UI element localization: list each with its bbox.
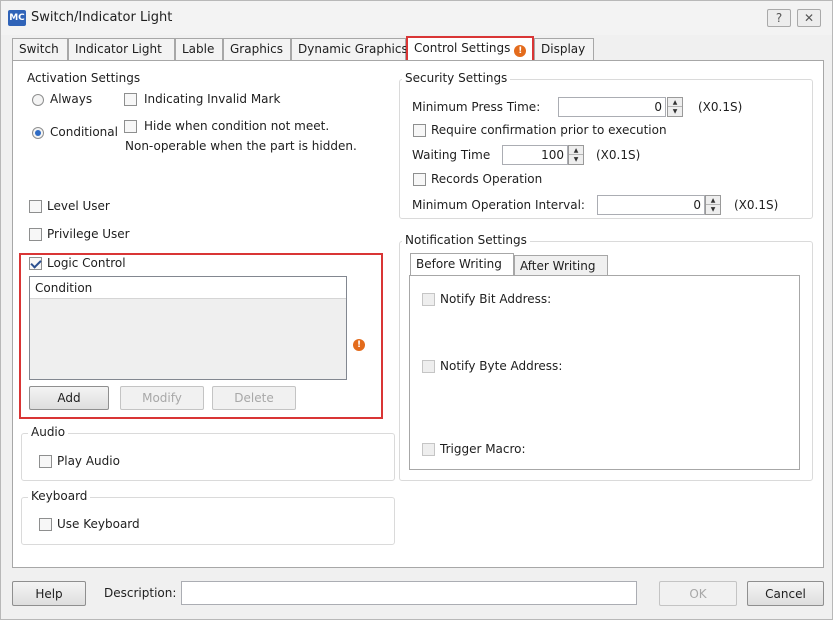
min-press-unit: (X0.1S) [698,100,743,114]
logic-warning-icon: ! [353,339,365,351]
play-audio-label: Play Audio [57,454,120,468]
waiting-time-spinner[interactable]: ▲ ▼ [568,145,584,165]
waiting-time-label: Waiting Time [412,148,491,162]
hide-condition-label: Hide when condition not meet. [144,119,330,133]
waiting-time-input[interactable] [502,145,568,165]
condition-table[interactable]: Condition [29,276,347,380]
tab-label: Lable [182,42,215,56]
control-settings-panel: Activation Settings Always Indicating In… [12,60,824,568]
spin-down-icon[interactable]: ▼ [569,155,583,164]
title-bar: MC Switch/Indicator Light ? ✕ [1,1,832,35]
always-label: Always [50,92,93,106]
notify-byte-checkbox[interactable] [422,360,435,373]
notify-bit-checkbox[interactable] [422,293,435,306]
tab-dynamic-graphics[interactable]: Dynamic Graphics [291,38,408,60]
audio-group: Audio Play Audio [21,425,395,481]
help-title-button[interactable]: ? [767,9,791,27]
keyboard-group: Keyboard Use Keyboard [21,489,395,545]
footer-bar: Help Description: OK Cancel [1,573,832,619]
use-keyboard-checkbox[interactable] [39,518,52,531]
min-interval-unit: (X0.1S) [734,198,779,212]
condition-column-header: Condition [30,277,346,299]
notify-byte-label: Notify Byte Address: [440,359,563,373]
keyboard-title: Keyboard [28,489,91,503]
tab-before-writing[interactable]: Before Writing [410,253,514,277]
spin-up-icon[interactable]: ▲ [706,196,720,205]
play-audio-checkbox[interactable] [39,455,52,468]
trigger-macro-checkbox[interactable] [422,443,435,456]
tab-lable[interactable]: Lable [175,38,223,60]
tab-label: Display [541,42,586,56]
min-interval-spinner[interactable]: ▲ ▼ [705,195,721,215]
dialog-window: MC Switch/Indicator Light ? ✕ Switch Ind… [0,0,833,620]
spin-up-icon[interactable]: ▲ [569,146,583,155]
modify-button[interactable]: Modify [120,386,204,410]
activation-settings-group: Activation Settings Always Indicating In… [21,71,395,157]
non-operable-note: Non-operable when the part is hidden. [125,139,357,153]
notification-settings-title: Notification Settings [402,233,530,247]
tab-label: Switch [19,42,59,56]
ok-button[interactable]: OK [659,581,737,606]
close-title-button[interactable]: ✕ [797,9,821,27]
description-input[interactable] [181,581,637,605]
privilege-user-checkbox[interactable] [29,228,42,241]
before-writing-panel: Notify Bit Address: Notify Byte Address:… [409,275,800,470]
always-radio[interactable] [32,94,44,106]
tab-display[interactable]: Display [534,38,594,60]
tab-graphics[interactable]: Graphics [223,38,291,60]
min-press-label: Minimum Press Time: [412,100,541,114]
tab-indicator-light[interactable]: Indicator Light [68,38,175,60]
spin-down-icon[interactable]: ▼ [668,107,682,116]
logic-control-label: Logic Control [47,256,126,270]
window-title: Switch/Indicator Light [31,10,173,25]
spin-down-icon[interactable]: ▼ [706,205,720,214]
tab-label: Graphics [230,42,283,56]
tab-switch[interactable]: Switch [12,38,68,60]
add-button[interactable]: Add [29,386,109,410]
warning-icon: ! [514,45,527,57]
tab-after-writing[interactable]: After Writing [514,255,608,277]
min-press-spinner[interactable]: ▲ ▼ [667,97,683,117]
delete-button[interactable]: Delete [212,386,296,410]
spin-up-icon[interactable]: ▲ [668,98,682,107]
min-interval-input[interactable] [597,195,705,215]
activation-settings-title: Activation Settings [24,71,144,85]
security-settings-group: Security Settings Minimum Press Time: ▲ … [399,71,813,219]
trigger-macro-label: Trigger Macro: [440,442,526,456]
waiting-time-unit: (X0.1S) [596,148,641,162]
records-operation-checkbox[interactable] [413,173,426,186]
app-icon: MC [8,10,26,26]
tab-label: Control Settings [414,41,511,55]
logic-control-checkbox[interactable] [29,257,42,270]
require-confirm-checkbox[interactable] [413,124,426,137]
tab-control-settings[interactable]: Control Settings ! [406,36,534,61]
cancel-button[interactable]: Cancel [747,581,824,606]
security-settings-title: Security Settings [402,71,511,85]
conditional-label: Conditional [50,125,118,139]
invalid-mark-label: Indicating Invalid Mark [144,92,281,106]
invalid-mark-checkbox[interactable] [124,93,137,106]
level-user-label: Level User [47,199,110,213]
description-label: Description: [104,586,177,600]
min-interval-label: Minimum Operation Interval: [412,198,585,212]
require-confirm-label: Require confirmation prior to execution [431,123,667,137]
use-keyboard-label: Use Keyboard [57,517,140,531]
tab-label: Indicator Light [75,42,162,56]
notify-bit-label: Notify Bit Address: [440,292,552,306]
hide-condition-checkbox[interactable] [124,120,137,133]
tab-label: Dynamic Graphics [298,42,408,56]
level-user-checkbox[interactable] [29,200,42,213]
records-operation-label: Records Operation [431,172,543,186]
conditional-radio[interactable] [32,127,44,139]
audio-title: Audio [28,425,69,439]
min-press-input[interactable] [558,97,666,117]
help-button[interactable]: Help [12,581,86,606]
privilege-user-label: Privilege User [47,227,130,241]
